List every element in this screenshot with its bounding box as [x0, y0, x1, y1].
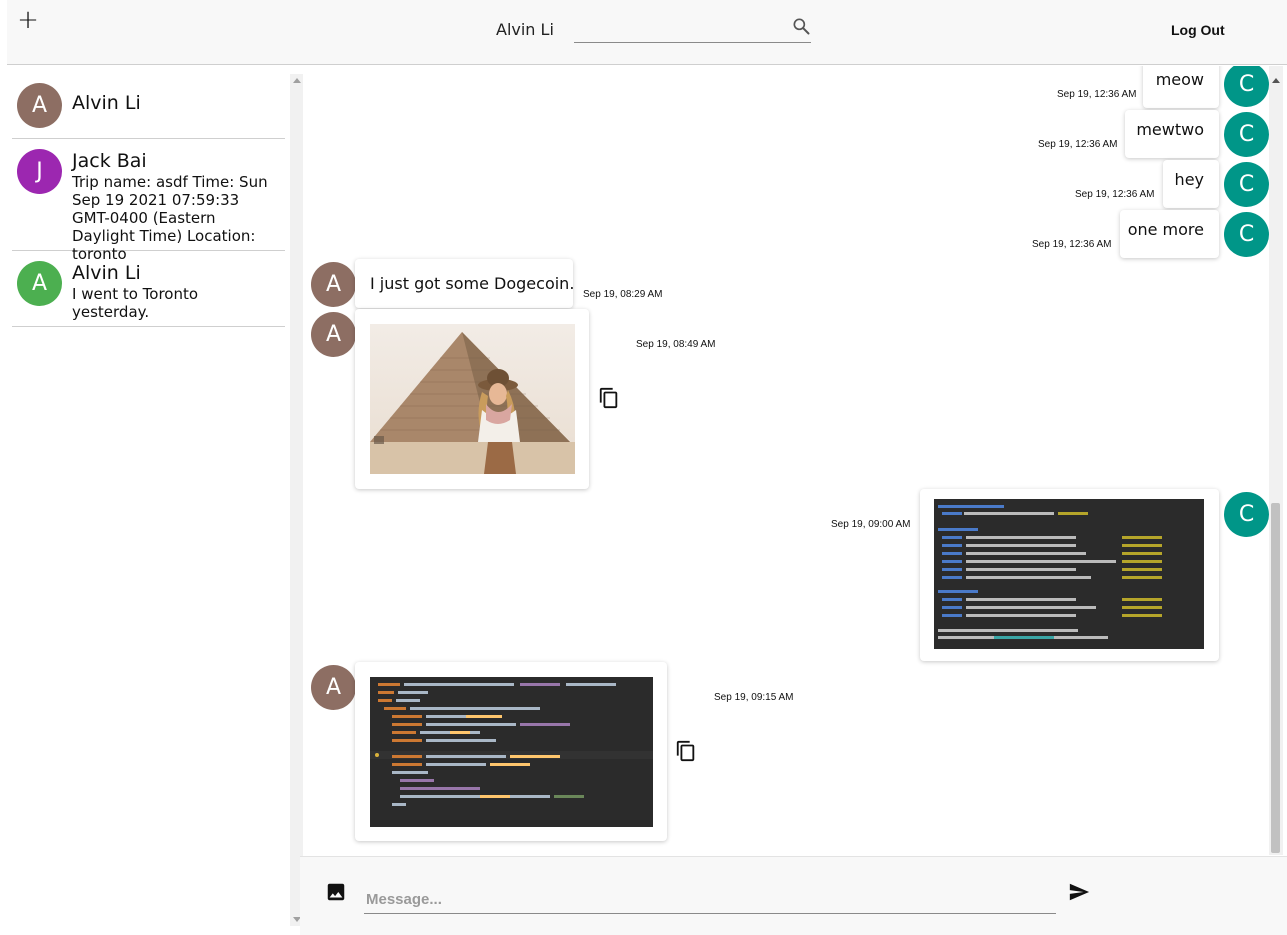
avatar: C [1224, 492, 1269, 537]
sidebar-scrollbar[interactable] [290, 74, 303, 926]
send-icon[interactable] [1067, 881, 1091, 903]
image-message [920, 489, 1219, 661]
conversation-preview: Trip name: asdf Time: Sun Sep 19 2021 07… [72, 173, 268, 263]
scroll-up-arrow[interactable] [293, 78, 301, 83]
avatar: C [1224, 162, 1269, 207]
avatar: C [1224, 66, 1269, 107]
copy-icon[interactable] [675, 739, 697, 763]
image-message [355, 309, 589, 489]
message-bubble: I just got some Dogecoin. [355, 259, 575, 308]
message-list: meow Sep 19, 12:36 AM C mewtwo Sep 19, 1… [303, 66, 1269, 855]
copy-icon[interactable] [598, 386, 620, 410]
eslint-screenshot[interactable] [934, 499, 1204, 649]
logout-button[interactable]: Log Out [1171, 22, 1225, 38]
avatar: C [1224, 212, 1269, 257]
message-bubble: mewtwo [1125, 110, 1219, 158]
message-bubble: hey [1163, 160, 1219, 208]
conversation-preview: I went to Toronto yesterday. [72, 285, 199, 321]
app-header: + Alvin Li Log Out [7, 0, 1287, 65]
current-chat-title: Alvin Li [496, 20, 554, 39]
message-time: Sep 19, 08:29 AM [583, 289, 663, 300]
avatar: A [17, 83, 62, 128]
avatar: A [311, 665, 356, 710]
message-time: Sep 19, 12:36 AM [1032, 239, 1112, 250]
conversation-name: Jack Bai [72, 150, 147, 172]
message-text: hey [1174, 170, 1204, 189]
message-time: Sep 19, 09:00 AM [831, 519, 911, 530]
conversation-item[interactable]: A Alvin Li I went to Toronto yesterday. [12, 251, 285, 327]
conversation-list: A Alvin Li J Jack Bai Trip name: asdf Ti… [7, 66, 290, 935]
new-chat-button[interactable]: + [17, 7, 39, 33]
conversation-name: Alvin Li [72, 262, 141, 284]
scroll-up-arrow[interactable] [1272, 78, 1280, 83]
message-bubble: one more [1120, 210, 1219, 258]
pyramid-photo[interactable] [370, 324, 575, 474]
image-icon[interactable] [325, 881, 347, 903]
code-screenshot[interactable] [370, 677, 653, 827]
message-time: Sep 19, 12:36 AM [1075, 189, 1155, 200]
avatar: C [1224, 112, 1269, 157]
chat-scrollbar[interactable] [1269, 66, 1283, 855]
avatar: A [17, 261, 62, 306]
message-time: Sep 19, 09:15 AM [714, 692, 794, 703]
search-bar [574, 14, 811, 43]
message-time: Sep 19, 08:49 AM [636, 339, 716, 350]
message-input[interactable] [364, 885, 1056, 914]
conversation-item[interactable]: A Alvin Li [12, 74, 285, 139]
avatar: A [311, 312, 356, 357]
message-text: mewtwo [1136, 120, 1204, 139]
message-bubble: meow [1143, 66, 1219, 108]
scrollbar-thumb[interactable] [1271, 503, 1280, 853]
search-icon[interactable] [791, 16, 811, 36]
message-time: Sep 19, 12:36 AM [1038, 139, 1118, 150]
avatar: J [17, 149, 62, 194]
conversation-item[interactable]: J Jack Bai Trip name: asdf Time: Sun Sep… [12, 139, 285, 263]
message-composer [300, 856, 1287, 935]
message-text: meow [1155, 70, 1204, 89]
image-message [355, 662, 667, 841]
message-text: one more [1127, 220, 1204, 239]
message-text: I just got some Dogecoin. [370, 274, 575, 293]
message-time: Sep 19, 12:36 AM [1057, 89, 1137, 100]
avatar: A [311, 262, 356, 307]
conversation-name: Alvin Li [72, 92, 141, 114]
search-input[interactable] [574, 16, 788, 42]
